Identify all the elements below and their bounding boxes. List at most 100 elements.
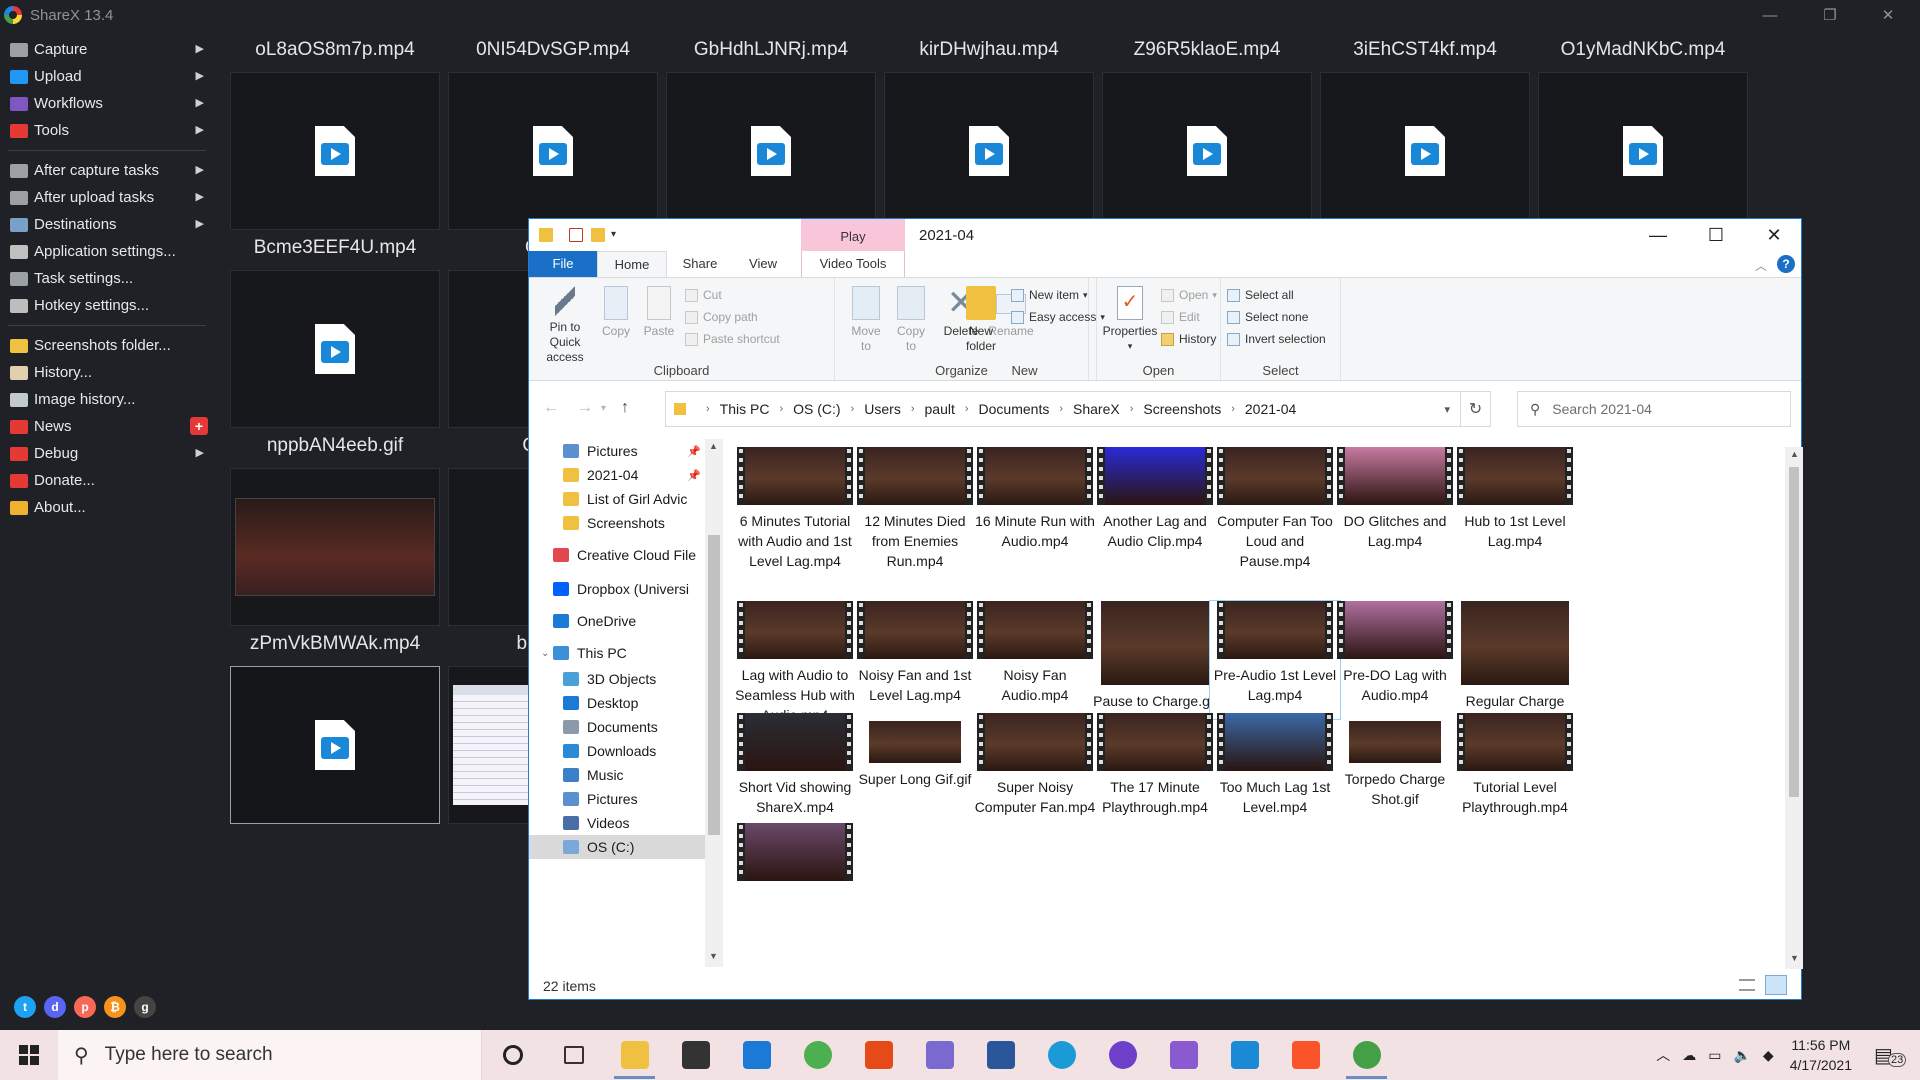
onedrive-tray-icon[interactable]: ☁: [1682, 1047, 1696, 1064]
menu-item-screenshots-folder[interactable]: Screenshots folder...: [0, 332, 212, 359]
volume-icon[interactable]: 🔈: [1733, 1047, 1750, 1064]
nav-item[interactable]: 2021-04 📌: [529, 463, 705, 487]
menu-item-destinations[interactable]: Destinations ▶: [0, 211, 212, 238]
file-item[interactable]: Hub to 1st Level Lag.mp4: [1450, 447, 1580, 551]
file-item[interactable]: Super Long Gif.gif: [850, 713, 980, 789]
move-to-button[interactable]: Move to: [845, 286, 887, 354]
taskbar-search-box[interactable]: ⚲ Type here to search: [58, 1030, 482, 1080]
capture-thumbnail[interactable]: Z96R5klaoE.mp4: [1102, 36, 1312, 230]
capture-thumbnail[interactable]: zPmVkBMWAk.mp4: [230, 630, 440, 824]
cut-button[interactable]: Cut: [685, 286, 722, 304]
nav-item[interactable]: ⌄ This PC: [529, 641, 705, 665]
file-item[interactable]: Noisy Fan Audio.mp4: [970, 601, 1100, 705]
taskbar-app[interactable]: [787, 1030, 848, 1080]
patreon-icon[interactable]: p: [74, 996, 96, 1018]
nav-item[interactable]: OS (C:): [529, 835, 705, 859]
tab-share[interactable]: Share: [667, 251, 733, 277]
taskbar-app[interactable]: [1092, 1030, 1153, 1080]
taskbar-app[interactable]: [1214, 1030, 1275, 1080]
breadcrumb-chevron-icon[interactable]: ›: [779, 403, 783, 415]
menu-item-upload[interactable]: Upload ▶: [0, 63, 212, 90]
bitcoin-icon[interactable]: ₿: [104, 996, 126, 1018]
menu-item-donate[interactable]: Donate...: [0, 467, 212, 494]
copy-to-button[interactable]: Copy to: [891, 286, 931, 354]
nav-scroll-down-icon[interactable]: ▼: [709, 951, 718, 961]
menu-item-workflows[interactable]: Workflows ▶: [0, 90, 212, 117]
nav-item[interactable]: Pictures: [529, 787, 705, 811]
taskbar-app[interactable]: [604, 1030, 665, 1080]
breadcrumb-chevron-icon[interactable]: ›: [965, 403, 969, 415]
menu-item-history[interactable]: History...: [0, 359, 212, 386]
recent-locations-chevron-icon[interactable]: ▾: [601, 403, 606, 414]
file-item[interactable]: Computer Fan Too Loud and Pause.mp4: [1210, 447, 1340, 571]
capture-thumbnail[interactable]: 3iEhCST4kf.mp4: [1320, 36, 1530, 230]
navigation-scrollbar[interactable]: ▲ ▼: [705, 439, 723, 967]
navigation-scrollbar-thumb[interactable]: [708, 535, 720, 835]
breadcrumb-item[interactable]: › 2021-04: [1221, 401, 1296, 417]
nav-item[interactable]: 3D Objects: [529, 667, 705, 691]
history-button[interactable]: History: [1161, 330, 1216, 348]
edit-button[interactable]: Edit: [1161, 308, 1200, 326]
breadcrumb-chevron-icon[interactable]: ›: [851, 403, 855, 415]
taskbar-app[interactable]: [1153, 1030, 1214, 1080]
select-none-button[interactable]: Select none: [1227, 308, 1308, 326]
minimize-button[interactable]: —: [1744, 0, 1796, 30]
nav-item[interactable]: Screenshots: [529, 511, 705, 535]
github-icon[interactable]: g: [134, 996, 156, 1018]
show-hidden-icons-icon[interactable]: ︿: [1656, 1045, 1670, 1065]
breadcrumb-item[interactable]: › OS (C:): [769, 401, 840, 417]
file-item[interactable]: Pre-DO Lag with Audio.mp4: [1330, 601, 1460, 705]
easy-access-button[interactable]: Easy access ▾: [1011, 308, 1105, 326]
menu-item-hotkey-settings[interactable]: Hotkey settings...: [0, 292, 212, 319]
file-item[interactable]: 12 Minutes Died from Enemies Run.mp4: [850, 447, 980, 571]
file-item[interactable]: Regular Charge Shot Gif.gif: [1450, 601, 1580, 731]
taskbar-app[interactable]: [1031, 1030, 1092, 1080]
file-item[interactable]: DO Glitches and Lag.mp4: [1330, 447, 1460, 551]
content-scroll-down-icon[interactable]: ▼: [1790, 953, 1799, 963]
collapse-ribbon-icon[interactable]: ︿: [1755, 257, 1767, 274]
properties-button[interactable]: ✓ Properties ▾: [1101, 286, 1159, 354]
capture-thumbnail[interactable]: 0NI54DvSGP.mp4: [448, 36, 658, 230]
menu-item-after-upload-tasks[interactable]: After upload tasks ▶: [0, 184, 212, 211]
breadcrumb-item[interactable]: › Documents: [955, 401, 1049, 417]
breadcrumb-chevron-icon[interactable]: ›: [1231, 403, 1235, 415]
nav-item[interactable]: Downloads: [529, 739, 705, 763]
menu-item-application-settings[interactable]: Application settings...: [0, 238, 212, 265]
taskbar-app[interactable]: [665, 1030, 726, 1080]
tab-video-tools[interactable]: Video Tools: [801, 251, 905, 277]
customize-qa-chevron-icon[interactable]: ▾: [611, 228, 625, 242]
taskbar-app[interactable]: [1275, 1030, 1336, 1080]
new-folder-button[interactable]: New folder: [961, 286, 1001, 354]
menu-item-about[interactable]: About...: [0, 494, 212, 521]
breadcrumb-item[interactable]: › Screenshots: [1120, 401, 1222, 417]
taskbar-app[interactable]: [726, 1030, 787, 1080]
taskbar-app[interactable]: [970, 1030, 1031, 1080]
nav-item[interactable]: Creative Cloud File: [529, 543, 705, 567]
select-all-button[interactable]: Select all: [1227, 286, 1294, 304]
taskbar-app[interactable]: [1336, 1030, 1397, 1080]
file-item[interactable]: Noisy Fan and 1st Level Lag.mp4: [850, 601, 980, 705]
details-view-icon[interactable]: [1739, 979, 1755, 991]
menu-item-after-capture-tasks[interactable]: After capture tasks ▶: [0, 157, 212, 184]
help-icon[interactable]: ?: [1777, 255, 1795, 273]
nav-item[interactable]: Documents: [529, 715, 705, 739]
file-item[interactable]: Lag with Audio to Seamless Hub with Audi…: [730, 601, 860, 725]
menu-item-image-history[interactable]: Image history...: [0, 386, 212, 413]
breadcrumb-chevron-icon[interactable]: ›: [1130, 403, 1134, 415]
menu-item-debug[interactable]: Debug ▶: [0, 440, 212, 467]
file-item[interactable]: 16 Minute Run with Audio.mp4: [970, 447, 1100, 551]
menu-item-tools[interactable]: Tools ▶: [0, 117, 212, 144]
explorer-maximize-button[interactable]: ☐: [1687, 219, 1745, 251]
copy-path-button[interactable]: Copy path: [685, 308, 758, 326]
back-arrow-icon[interactable]: ←: [543, 399, 559, 417]
copy-button[interactable]: Copy: [599, 286, 633, 339]
breadcrumb-item[interactable]: › ShareX: [1049, 401, 1119, 417]
file-item[interactable]: Torpedo Charge Shot.gif: [1330, 713, 1460, 809]
pin-to-quick-access-button[interactable]: Pin to Quick access: [535, 286, 595, 365]
breadcrumb-item[interactable]: › Users: [841, 401, 901, 417]
menu-item-task-settings[interactable]: Task settings...: [0, 265, 212, 292]
nav-item[interactable]: Dropbox (Universi: [529, 577, 705, 601]
taskbar-app[interactable]: [909, 1030, 970, 1080]
menu-item-news[interactable]: News +: [0, 413, 212, 440]
breadcrumb-item[interactable]: › This PC: [696, 401, 769, 417]
